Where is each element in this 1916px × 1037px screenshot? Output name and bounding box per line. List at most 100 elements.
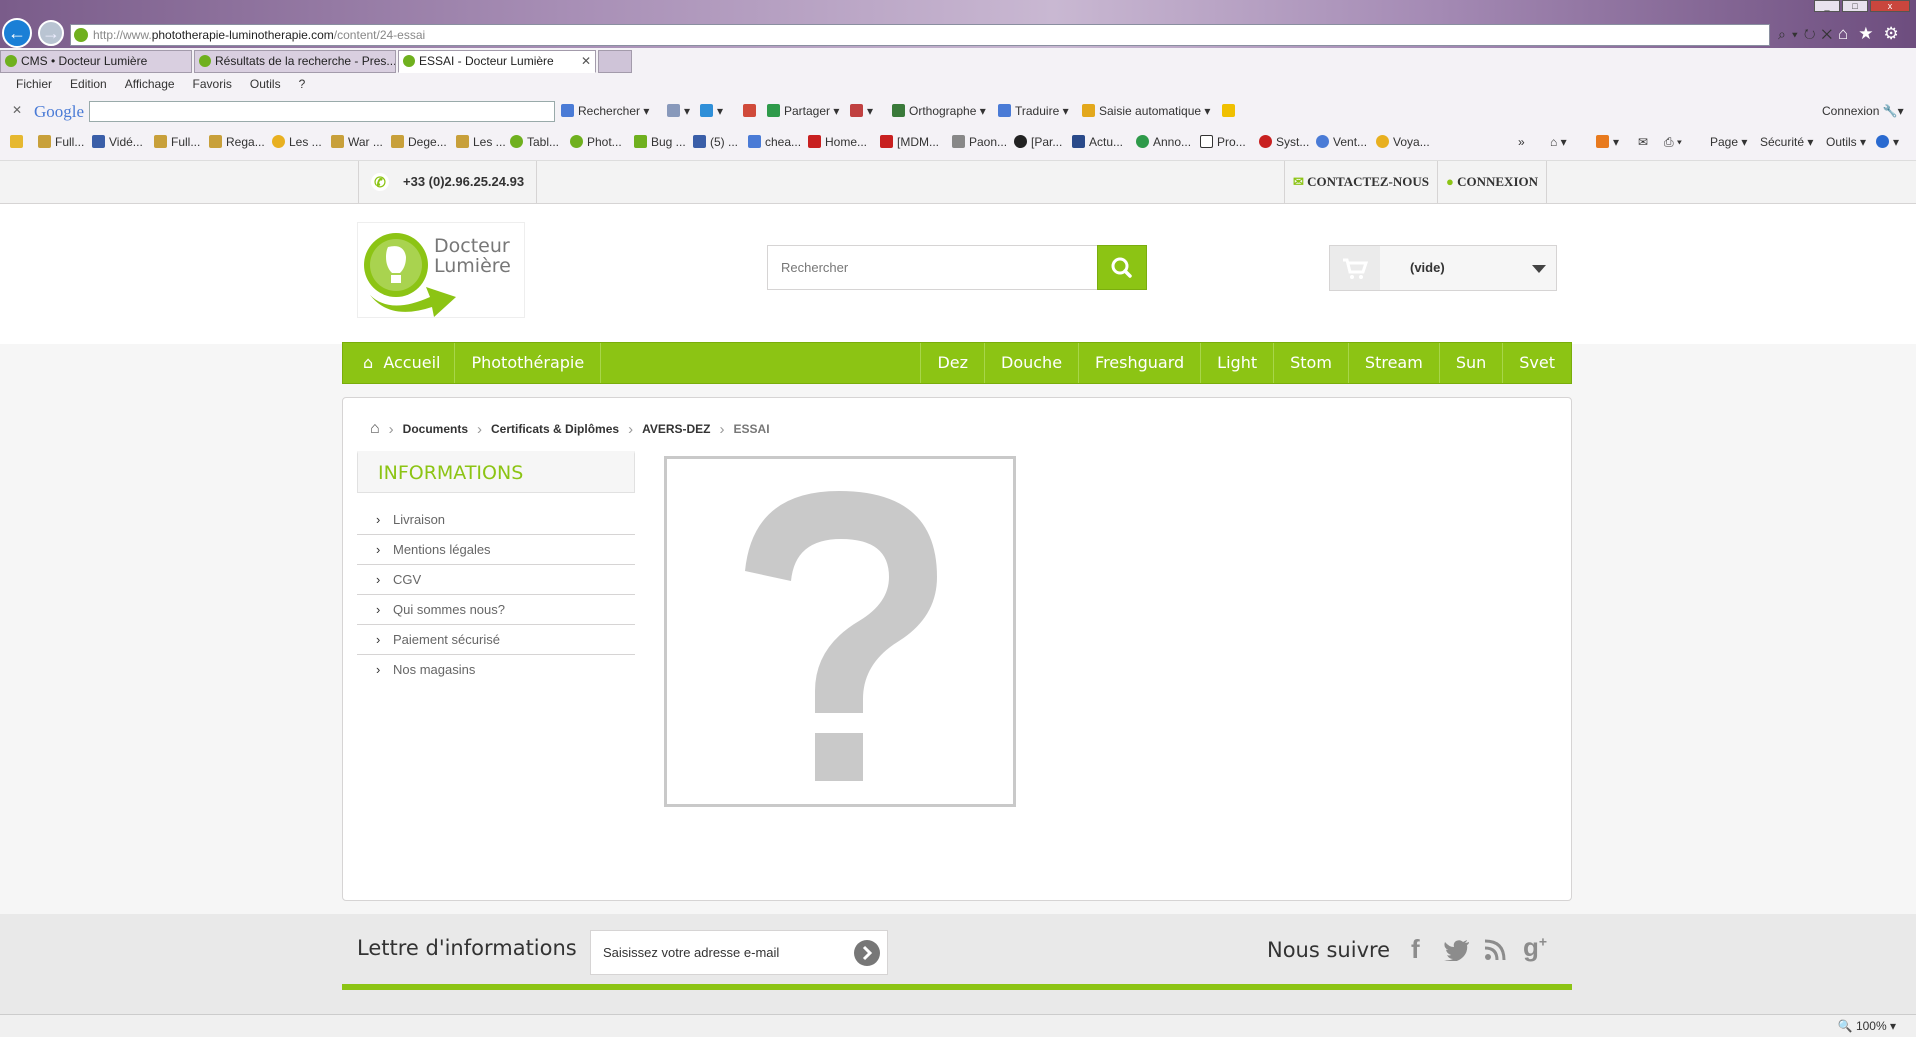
menu-edition[interactable]: Edition — [70, 77, 107, 95]
toolbar-page-icon[interactable]: ▾ — [667, 104, 690, 118]
spellcheck-button[interactable]: Orthographe ▾ — [892, 104, 986, 118]
back-button[interactable]: ← — [2, 18, 32, 48]
nav-item-stream[interactable]: Stream — [1349, 343, 1440, 383]
favorites-star-icon[interactable]: ★ — [1858, 24, 1883, 43]
help-icon[interactable]: ▾ — [1876, 135, 1899, 149]
nav-item-phototherapie[interactable]: Photothérapie — [455, 343, 602, 383]
menu-affichage[interactable]: Affichage — [125, 77, 175, 95]
tab-search-results[interactable]: Résultats de la recherche - Pres... — [194, 50, 396, 73]
google-search-input[interactable] — [89, 101, 555, 122]
address-bar[interactable]: http://www.phototherapie-luminotherapie.… — [70, 24, 1770, 46]
tab-cms[interactable]: CMS • Docteur Lumière — [0, 50, 192, 73]
more-chevron-icon[interactable]: » — [1518, 135, 1525, 149]
stop-icon[interactable]: ✕ — [1822, 26, 1839, 42]
close-window-button[interactable]: x — [1870, 0, 1910, 12]
page-menu[interactable]: Page ▾ — [1710, 135, 1747, 149]
favorite-item[interactable]: [Par... — [1014, 135, 1062, 149]
favorite-item[interactable]: Rega... — [209, 135, 265, 149]
info-link-magasins[interactable]: › Nos magasins — [357, 655, 635, 685]
minimize-button[interactable]: _ — [1814, 0, 1840, 12]
newsletter-submit-button[interactable] — [854, 940, 880, 966]
favorite-item[interactable]: Phot... — [570, 135, 622, 149]
info-link-mentions[interactable]: › Mentions légales — [357, 535, 635, 565]
phone-number[interactable]: ✆ +33 (0)2.96.25.24.93 — [358, 161, 538, 204]
maximize-button[interactable]: □ — [1842, 0, 1868, 12]
favorite-item[interactable]: Bug ... — [634, 135, 686, 149]
menu-favoris[interactable]: Favoris — [193, 77, 232, 95]
close-tab-icon[interactable]: ✕ — [581, 51, 591, 72]
favorite-item[interactable]: Les ... — [272, 135, 322, 149]
info-link-cgv[interactable]: › CGV — [357, 565, 635, 595]
favorite-item[interactable]: Syst... — [1259, 135, 1309, 149]
nav-item-freshguard[interactable]: Freshguard — [1079, 343, 1202, 383]
cart-dropdown[interactable]: (vide) — [1329, 245, 1557, 291]
newsletter-email-input[interactable]: Saisissez votre adresse e-mail — [590, 930, 888, 975]
info-link-livraison[interactable]: › Livraison — [357, 505, 635, 535]
gmail-icon[interactable] — [743, 104, 760, 118]
close-toolbar-icon[interactable]: ✕ — [12, 103, 22, 117]
mail-icon[interactable]: ✉ — [1638, 135, 1648, 149]
favorite-item[interactable]: Vent... — [1316, 135, 1367, 149]
favorite-item[interactable]: Paon... — [952, 135, 1007, 149]
favorite-item[interactable]: Vidé... — [92, 135, 143, 149]
nav-item-sun[interactable]: Sun — [1440, 343, 1504, 383]
breadcrumb-avers-dez[interactable]: AVERS-DEZ — [642, 422, 710, 436]
home-icon[interactable]: ⌂ — [1838, 24, 1858, 43]
contact-link[interactable]: ✉ CONTACTEZ-NOUS — [1284, 161, 1437, 204]
nav-item-douche[interactable]: Douche — [985, 343, 1080, 383]
print-icon[interactable]: ⎙ ▾ — [1664, 135, 1682, 150]
add-favorite-icon[interactable] — [10, 135, 27, 149]
rss-icon[interactable]: ▾ — [1596, 135, 1619, 149]
tab-essai[interactable]: ESSAI - Docteur Lumière ✕ — [398, 50, 596, 73]
favorite-item[interactable]: Pro... — [1200, 135, 1246, 149]
search-button[interactable] — [1097, 245, 1147, 290]
nav-item-stom[interactable]: Stom — [1274, 343, 1349, 383]
favorite-item[interactable]: Actu... — [1072, 135, 1123, 149]
favorite-item[interactable]: [MDM... — [880, 135, 939, 149]
twitter-icon[interactable] — [1444, 937, 1470, 968]
nav-item-dez[interactable]: Dez — [921, 343, 985, 383]
google-signin-button[interactable]: Connexion 🔧▾ — [1822, 104, 1904, 118]
settings-gear-icon[interactable]: ⚙ — [1884, 24, 1909, 43]
refresh-icon[interactable]: ↻ — [1804, 26, 1822, 42]
home-icon[interactable]: ⌂ — [370, 420, 380, 438]
pencil-icon[interactable] — [1222, 104, 1239, 118]
google-plus-icon[interactable]: g+ — [1523, 932, 1547, 963]
favorite-item[interactable]: Tabl... — [510, 135, 559, 149]
autofill-button[interactable]: Saisie automatique ▾ — [1082, 104, 1210, 118]
site-logo[interactable]: Docteur Lumière — [357, 222, 525, 318]
rss-feed-icon[interactable] — [1484, 937, 1508, 968]
new-tab-button[interactable] — [598, 50, 632, 73]
security-menu[interactable]: Sécurité ▾ — [1760, 135, 1813, 149]
menu-fichier[interactable]: Fichier — [16, 77, 52, 95]
toolbar-block-icon[interactable]: ▾ — [850, 104, 873, 118]
favorite-item[interactable]: chea... — [748, 135, 801, 149]
nav-item-svet[interactable]: Svet — [1503, 343, 1571, 383]
zoom-level[interactable]: 🔍 100% ▾ — [1838, 1019, 1896, 1033]
share-button[interactable]: Partager ▾ — [767, 104, 839, 118]
favorite-item[interactable]: (5) ... — [693, 135, 738, 149]
nav-item-light[interactable]: Light — [1201, 343, 1275, 383]
wrench-icon[interactable]: 🔧▾ — [1883, 104, 1904, 118]
info-link-qui-sommes-nous[interactable]: › Qui sommes nous? — [357, 595, 635, 625]
favorite-item[interactable]: Home... — [808, 135, 867, 149]
favorite-item[interactable]: Anno... — [1136, 135, 1191, 149]
translate-button[interactable]: Traduire ▾ — [998, 104, 1069, 118]
address-tools[interactable]: ⌕▾↻✕ — [1778, 26, 1838, 43]
info-link-paiement[interactable]: › Paiement sécurisé — [357, 625, 635, 655]
favorite-item[interactable]: War ... — [331, 135, 383, 149]
search-input[interactable]: Rechercher — [767, 245, 1147, 290]
google-search-button[interactable]: Rechercher ▾ — [561, 104, 649, 118]
breadcrumb-certificats[interactable]: Certificats & Diplômes — [491, 422, 619, 436]
favorite-item[interactable]: Voya... — [1376, 135, 1430, 149]
favorite-item[interactable]: Les ... — [456, 135, 506, 149]
toolbar-plus-icon[interactable]: ▾ — [700, 104, 723, 118]
search-dropdown-icon[interactable]: ⌕▾ — [1778, 26, 1804, 42]
menu-help[interactable]: ? — [299, 77, 306, 95]
favorite-item[interactable]: Full... — [38, 135, 84, 149]
home-dropdown-icon[interactable]: ⌂ ▾ — [1550, 135, 1567, 149]
facebook-icon[interactable]: f — [1411, 934, 1420, 965]
menu-outils[interactable]: Outils — [250, 77, 281, 95]
breadcrumb-documents[interactable]: Documents — [403, 422, 468, 436]
tools-menu[interactable]: Outils ▾ — [1826, 135, 1866, 149]
